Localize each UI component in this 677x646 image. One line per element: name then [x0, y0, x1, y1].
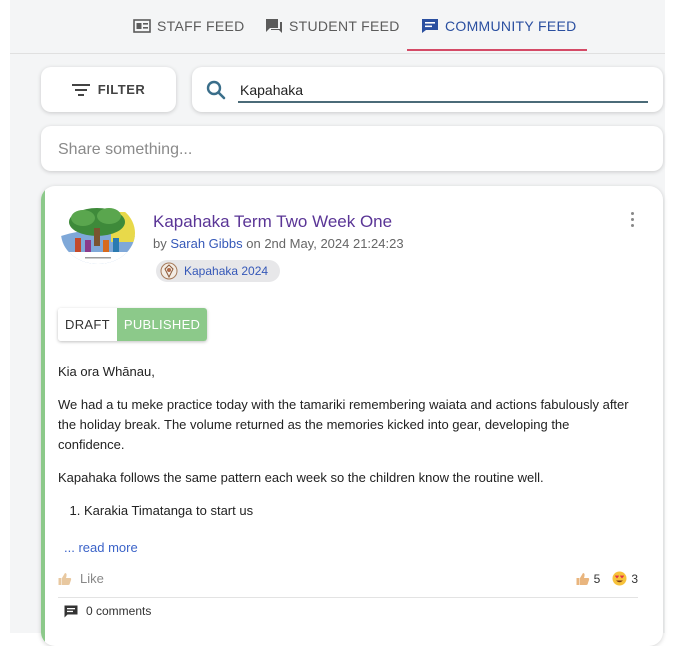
active-tab-indicator [407, 49, 587, 51]
group-chip-label: Kapahaka 2024 [184, 264, 269, 278]
kebab-menu-icon[interactable] [629, 212, 635, 230]
student-feed-icon [266, 19, 282, 33]
share-box [41, 126, 663, 171]
comments-button[interactable]: 0 comments [64, 604, 151, 618]
kapahaka-logo-image [61, 202, 135, 264]
group-icon [160, 262, 178, 280]
tab-community-feed-label: COMMUNITY FEED [445, 18, 577, 34]
group-chip[interactable]: Kapahaka 2024 [156, 260, 281, 282]
post-author-link[interactable]: Sarah Gibbs [170, 236, 242, 251]
heart-eyes-icon [612, 571, 627, 586]
draft-button[interactable]: DRAFT [58, 308, 117, 341]
share-input[interactable] [56, 138, 650, 162]
filter-button[interactable]: FILTER [41, 67, 176, 112]
thumbs-up-icon [576, 572, 589, 585]
tab-community-feed[interactable]: COMMUNITY FEED [421, 14, 577, 38]
reaction-row: Like 5 3 [58, 571, 638, 591]
tab-student-feed-label: STUDENT FEED [289, 18, 400, 34]
avatar [61, 202, 135, 264]
post-card: Kapahaka Term Two Week One by Sarah Gibb… [41, 186, 663, 646]
post-body: Kia ora Whānau, We had a tu meke practic… [58, 362, 630, 521]
feed-page: STAFF FEED STUDENT FEED COMMUNITY FEED F [10, 0, 665, 646]
post-list-item: Karakia Timatanga to start us [84, 501, 630, 521]
staff-feed-icon [133, 19, 151, 33]
post-meta: by Sarah Gibbs on 2nd May, 2024 21:24:23 [153, 236, 404, 251]
like-button[interactable]: Like [58, 571, 104, 586]
tab-staff-feed-label: STAFF FEED [157, 18, 245, 34]
post-paragraph: Kapahaka follows the same pattern each w… [58, 470, 544, 485]
search-underline [238, 101, 648, 103]
read-more-link[interactable]: ... read more [64, 540, 138, 555]
published-button[interactable]: PUBLISHED [116, 308, 208, 341]
filter-icon [71, 83, 90, 96]
tab-staff-feed[interactable]: STAFF FEED [133, 14, 245, 38]
reaction-summary[interactable]: 5 3 [576, 571, 638, 586]
post-list: Karakia Timatanga to start us [58, 501, 630, 521]
comment-icon [64, 605, 78, 617]
search-icon[interactable] [206, 80, 226, 100]
status-toggle: DRAFT PUBLISHED [58, 308, 208, 341]
filter-button-label: FILTER [97, 82, 146, 97]
post-paragraph: Kia ora Whānau, [58, 364, 155, 379]
post-paragraph: We had a tu meke practice today with the… [58, 397, 629, 452]
tab-student-feed[interactable]: STUDENT FEED [265, 14, 400, 38]
like-count: 5 [593, 571, 601, 586]
like-button-label: Like [80, 571, 104, 586]
comments-label: 0 comments [86, 604, 152, 618]
post-meta-by: by [153, 236, 167, 251]
thumbs-up-icon [58, 572, 72, 585]
feed-tabs: STAFF FEED STUDENT FEED COMMUNITY FEED [10, 0, 665, 54]
community-feed-icon [422, 19, 438, 33]
search-input[interactable] [238, 77, 652, 103]
post-date: on 2nd May, 2024 21:24:23 [246, 236, 404, 251]
post-title[interactable]: Kapahaka Term Two Week One [153, 212, 392, 232]
search-box [192, 67, 663, 112]
post-card-accent [41, 186, 45, 646]
love-count: 3 [631, 571, 638, 586]
card-divider [58, 597, 638, 598]
